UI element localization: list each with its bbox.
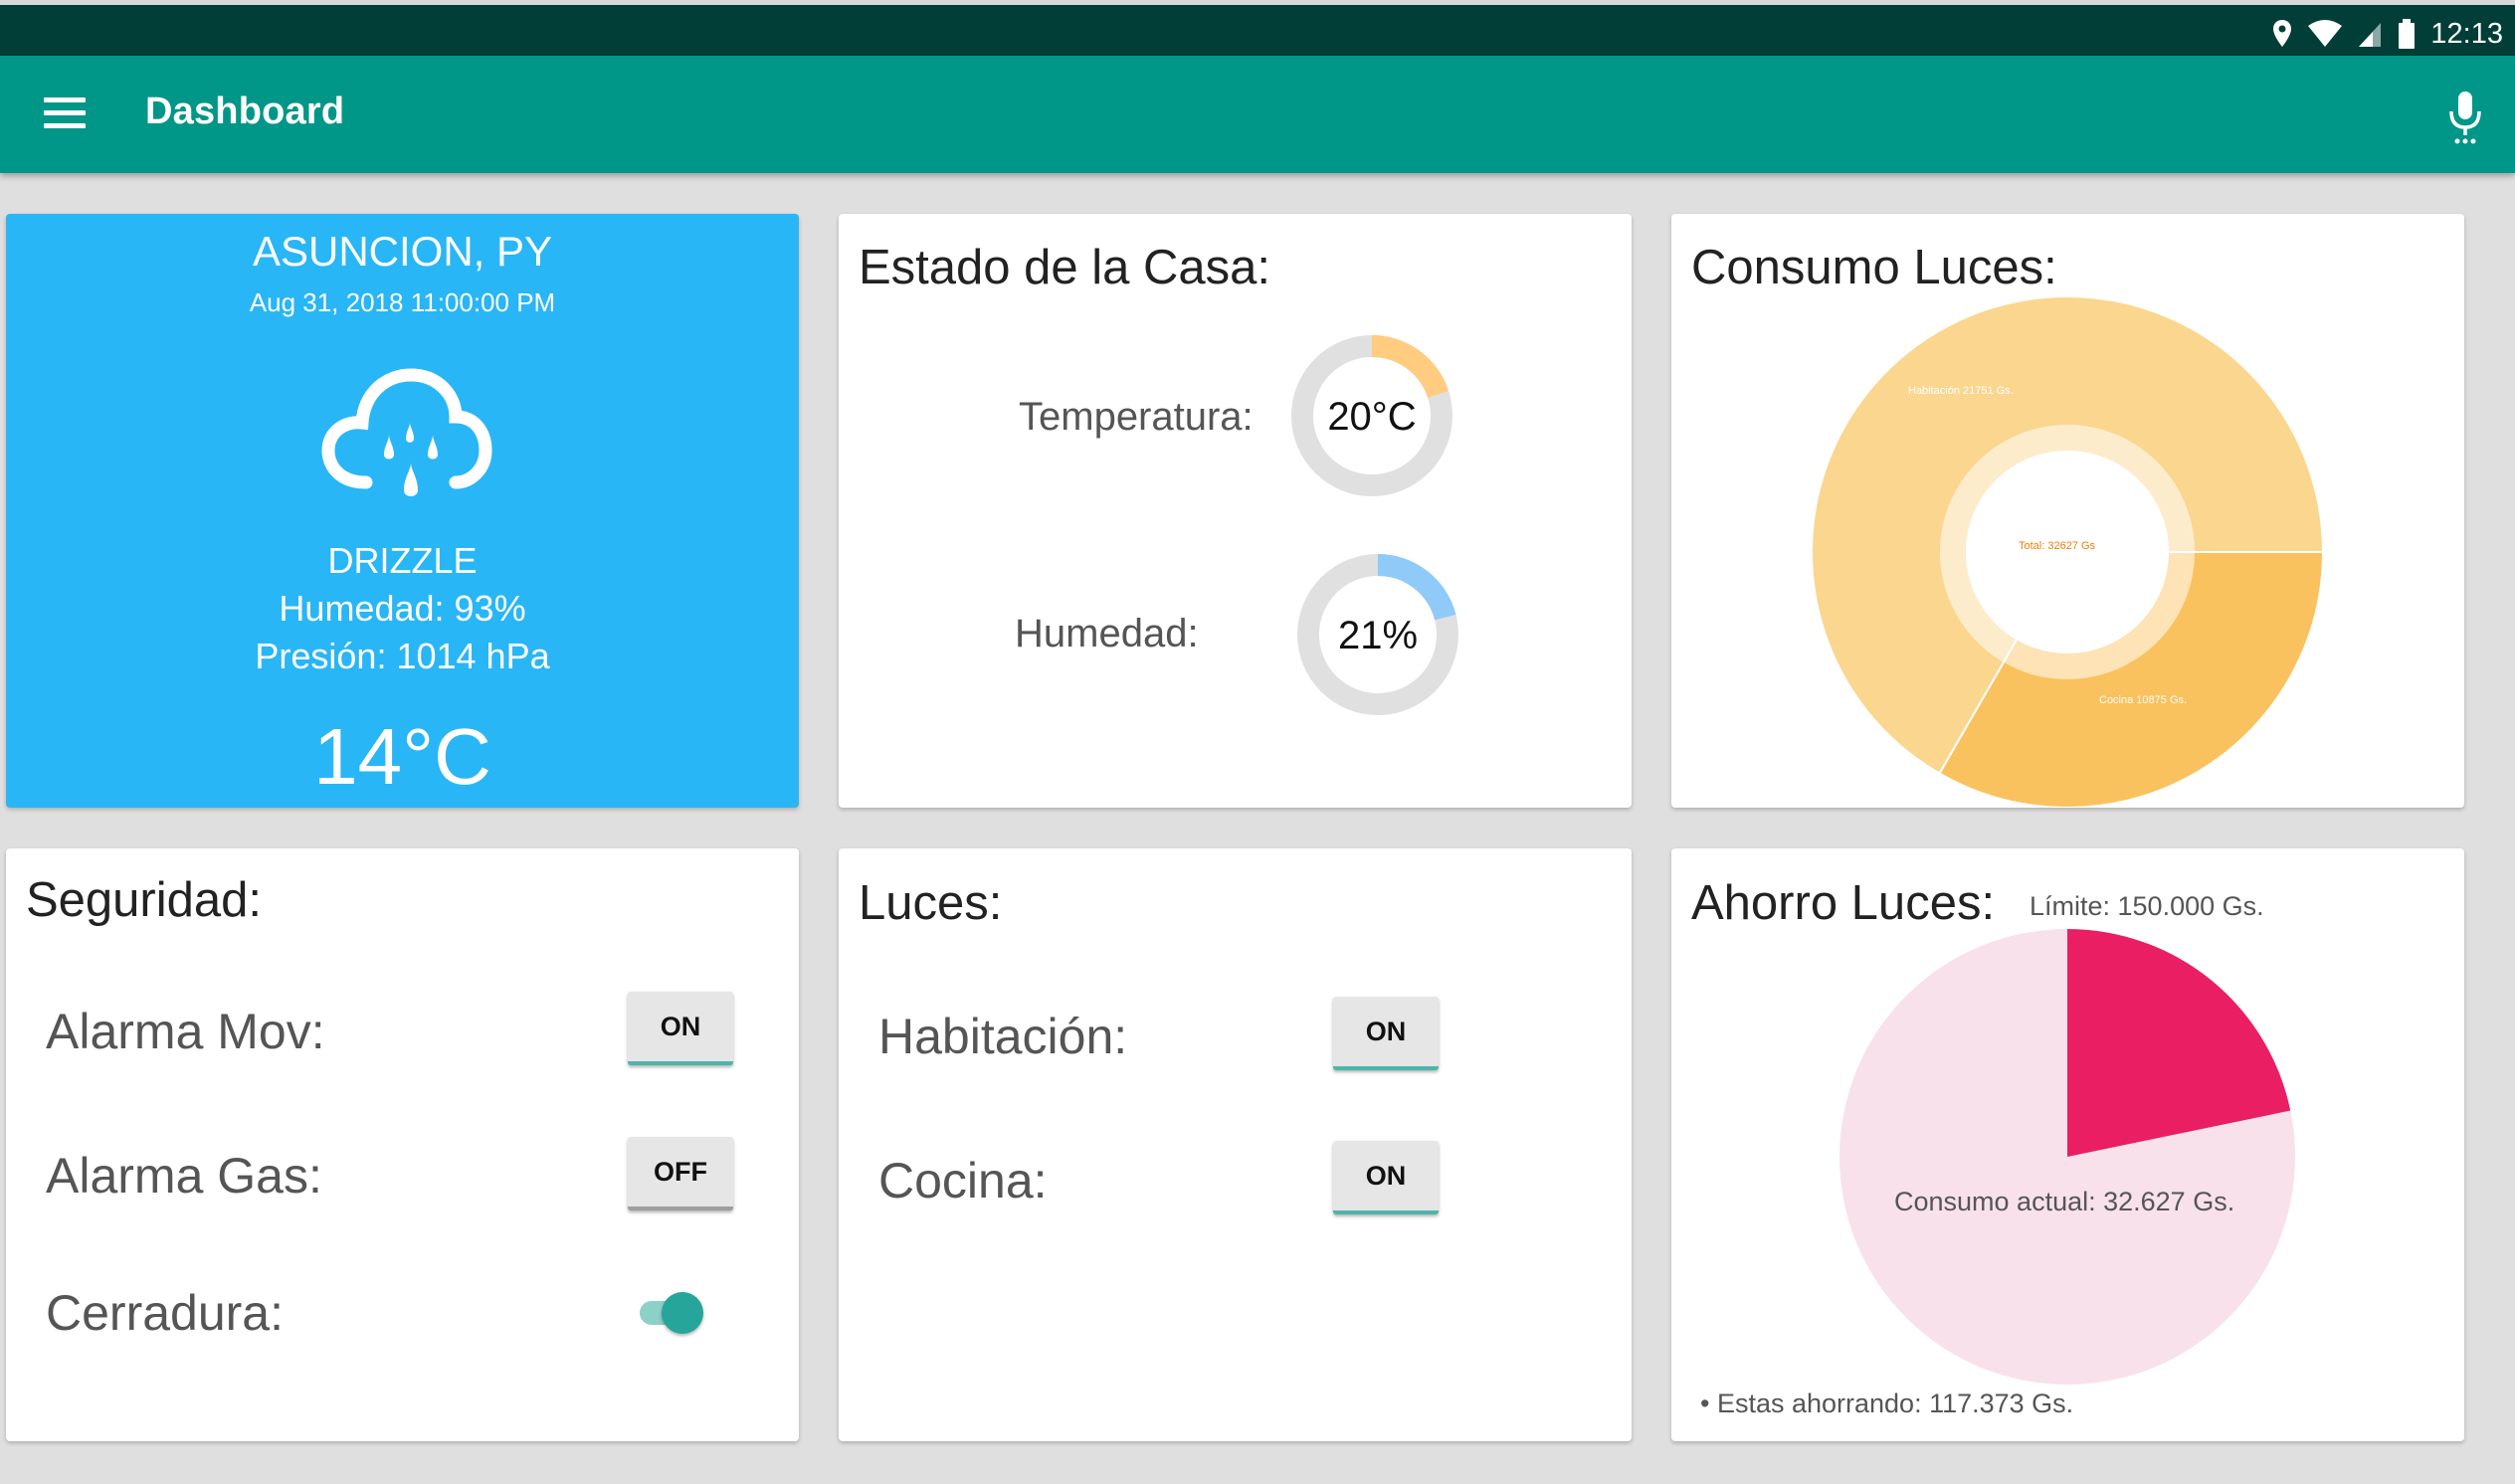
estado-title: Estado de la Casa: [859,241,1271,294]
battery-icon [2399,19,2416,49]
seguridad-title: Seguridad: [26,873,263,927]
donut-total-label: Total: 32627 Gs [2019,540,2096,552]
luces-card: Luces: Habitación: ON Cocina: ON [839,848,1632,1441]
ahorro-luces-card: Ahorro Luces: Límite: 150.000 Gs. Consum… [1671,848,2464,1441]
weather-temperature: 14°C [313,712,491,801]
alarma-gas-label: Alarma Gas: [46,1148,322,1204]
alarma-gas-button[interactable]: OFF [628,1137,733,1210]
slice-label-habitacion: Habitación 21751 Gs. [1908,385,2014,397]
consumo-luces-card: Consumo Luces: Habitación 21751 Gs. Coci… [1671,214,2464,808]
humidity-label: Humedad: [1015,612,1199,655]
menu-icon[interactable] [44,97,86,131]
location-icon [2273,20,2292,47]
wifi-icon [2308,20,2343,47]
cerradura-switch-thumb[interactable] [662,1292,703,1334]
alarma-mov-button[interactable]: ON [628,992,733,1065]
drizzle-cloud-icon [321,368,492,496]
consumo-donut-chart [1811,295,2325,808]
weather-humidity: Humedad: 93% [279,588,526,629]
humidity-value: 21% [1337,614,1419,657]
cocina-button[interactable]: ON [1333,1141,1439,1214]
seguridad-card: Seguridad: Alarma Mov: ON Alarma Gas: OF… [6,848,799,1441]
signal-icon [2359,23,2382,47]
mic-icon[interactable] [2445,90,2485,145]
donut-hole [1966,451,2169,653]
slice-label-cocina: Cocina 10875 Gs. [2099,694,2188,706]
status-bar: 12:13 [0,0,2515,56]
luces-title: Luces: [859,876,1003,930]
weather-description: DRIZZLE [327,540,478,581]
habitacion-label: Habitación: [878,1009,1128,1064]
habitacion-button[interactable]: ON [1333,997,1439,1070]
alarma-mov-label: Alarma Mov: [46,1004,325,1059]
weather-city: ASUNCION, PY [252,228,553,275]
app-title: Dashboard [145,91,345,132]
consumo-actual-label: Consumo actual: 32.627 Gs. [1894,1187,2235,1216]
temperature-value: 20°C [1327,395,1417,439]
ahorro-pie-chart [1839,929,2295,1385]
weather-card: ASUNCION, PY Aug 31, 2018 11:00:00 PM DR… [6,214,799,808]
temperature-label: Temperatura: [1019,395,1254,439]
app-bar: Dashboard [0,56,2515,173]
ahorro-label: • Estas ahorrando: 117.373 Gs. [1700,1389,2074,1418]
estado-casa-card: Estado de la Casa: Temperatura: 20°C Hum… [839,214,1632,808]
weather-pressure: Presión: 1014 hPa [255,636,550,676]
cocina-label: Cocina: [878,1153,1048,1208]
temperature-gauge-arc [1371,335,1450,399]
status-time: 12:13 [2430,17,2503,50]
humidity-gauge-arc [1377,554,1456,621]
cerradura-label: Cerradura: [46,1285,284,1341]
status-icons: 12:13 [2271,13,2503,55]
weather-datetime: Aug 31, 2018 11:00:00 PM [249,287,556,317]
